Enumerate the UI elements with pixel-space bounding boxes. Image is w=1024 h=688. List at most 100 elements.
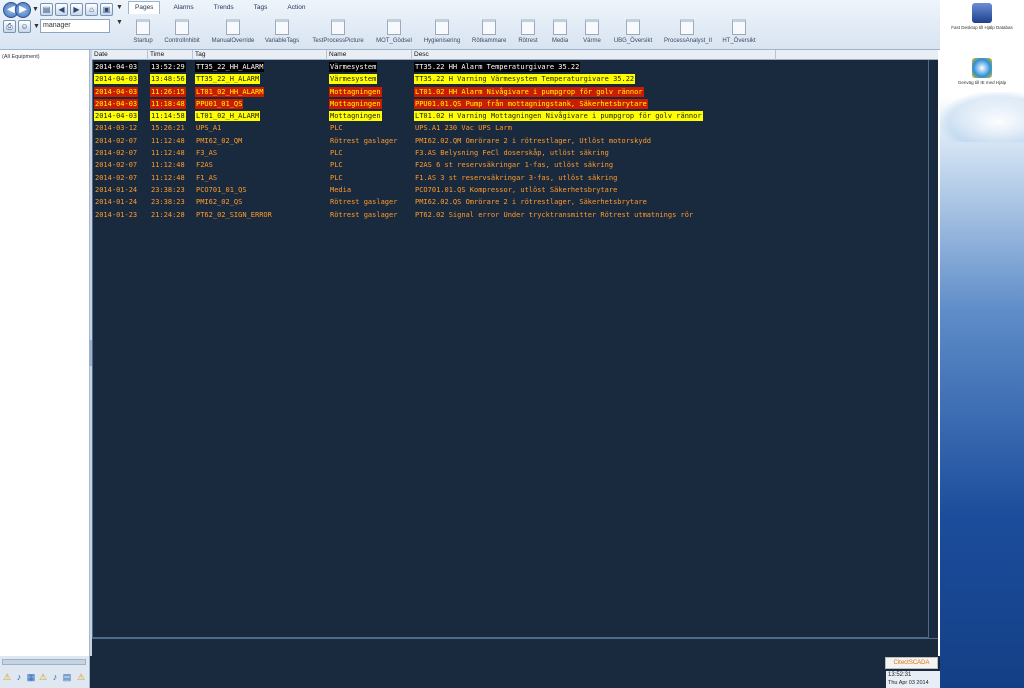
page-button-mot-godsel[interactable]: MOT_Gödsel — [374, 17, 414, 49]
users-icon[interactable]: ☺ — [18, 20, 31, 33]
ie-icon — [972, 58, 992, 78]
users-dropdown-icon[interactable]: ▼ — [33, 23, 40, 30]
cell-tag: TT35_22_H_ALARM — [195, 74, 261, 85]
cell-time: 11:14:58 — [150, 111, 186, 122]
history-dropdown-icon[interactable]: ▼ — [32, 6, 39, 13]
column-header-time[interactable]: Time — [148, 50, 193, 60]
page-button-controlinhibit[interactable]: ControlInhibit — [162, 17, 202, 49]
cell-time: 11:18:48 — [150, 98, 186, 109]
page-button-ht-oversikt[interactable]: HT_Översikt — [722, 17, 756, 49]
alarm-row[interactable]: 2014-04-03 11:18:48 PPU01_01_QS Mottagninge… — [92, 98, 938, 110]
page-button-processanalyst[interactable]: ProcessAnalyst_II — [664, 17, 712, 49]
equipment-tree-root[interactable]: (All Equipment) — [2, 54, 40, 60]
alarm-icon[interactable]: ♪ — [14, 672, 24, 683]
alarm-summary-icon[interactable]: ▦ — [26, 672, 36, 683]
alarm-row[interactable]: 2014-04-03 13:48:56 TT35_22_H_ALARM Värmesy… — [92, 73, 938, 85]
page-button-ubg-oversikt[interactable]: UBG_Översikt — [612, 17, 654, 49]
cell-tag: F3_AS — [196, 149, 218, 158]
tab-pages[interactable]: Pages — [128, 1, 161, 14]
cell-name: Rötrest gaslager — [330, 198, 398, 207]
tab-tags[interactable]: Tags — [247, 1, 275, 14]
alarm-row[interactable]: 2014-04-03 11:14:58 LT01_02_H_ALARM Mottagn… — [92, 110, 938, 122]
desktop-shortcut-ie[interactable]: Genväg till IE med Hjälp — [947, 58, 1017, 86]
cell-desc: F1.AS 3 st reservsäkringar 3-fas, utlöst… — [415, 173, 618, 182]
cell-date: 2014-04-03 — [94, 86, 139, 97]
tab-alarms[interactable]: Alarms — [166, 1, 200, 14]
page-button-media[interactable]: Media — [550, 17, 570, 49]
cell-name: Rötrest gaslager — [330, 136, 398, 145]
cell-date: 2014-04-03 — [94, 62, 139, 72]
alarm-row[interactable]: 2014-02-07 11:12:48 F1_AS PLC F1.AS 3 st res… — [92, 172, 938, 184]
cell-tag: PPU01_01_QS — [195, 98, 244, 109]
page-button-rotkammare[interactable]: Rötkammare — [472, 17, 506, 49]
page-button-variabletags[interactable]: VariableTags — [262, 17, 302, 49]
page-icon — [435, 19, 449, 35]
alarm-row[interactable]: 2014-01-24 23:38:23 PCO701_01_QS Media PCO70… — [92, 184, 938, 196]
computer-icon — [972, 3, 992, 23]
page-button-startup[interactable]: Startup — [128, 17, 158, 49]
user-field[interactable]: manager — [40, 19, 110, 33]
ribbon-options-icon[interactable]: ▼ — [116, 19, 123, 26]
next-page-icon[interactable]: ▶ — [70, 3, 83, 16]
cell-desc: PT62.02 Signal error Under trycktransmit… — [415, 210, 694, 219]
desktop-shortcut-database[interactable]: Fast Desktop till Hjälp Databas — [947, 3, 1017, 31]
desktop: Fast Desktop till Hjälp Databas Genväg t… — [940, 0, 1024, 688]
alarm-row[interactable]: 2014-02-07 11:12:48 F2AS PLC F2AS 6 st reser… — [92, 159, 938, 171]
column-header-name[interactable]: Name — [327, 50, 412, 60]
scada-window: ◀ ▶ ▼ ▤ ◀ ▶ ⌂ ▣ ▼ ⎙ ☺ ▼ manager ▼ Pages … — [0, 0, 940, 688]
forward-icon[interactable]: ▶ — [15, 2, 31, 18]
clock-date: Thu Apr 03 2014 — [888, 680, 929, 686]
cell-name: Mottagningen — [329, 111, 382, 122]
alarm-banner — [92, 656, 882, 688]
alarm-row[interactable]: 2014-02-07 11:12:48 PMI62_02_QM Rötrest gas… — [92, 135, 938, 147]
status-scrollbar[interactable] — [2, 659, 86, 665]
page-button-testprocesspicture[interactable]: TestProcessPicture — [312, 17, 364, 49]
toolbar-options-icon[interactable]: ▼ — [116, 4, 123, 11]
tab-action[interactable]: Action — [280, 1, 312, 14]
alarm-list-header: Date Time Tag Name Desc — [92, 50, 938, 60]
navigation-cluster: ◀ ▶ ▼ ▤ ◀ ▶ ⌂ ▣ ▼ ⎙ ☺ ▼ manager ▼ — [0, 0, 126, 50]
alarm-row[interactable]: 2014-02-07 11:12:48 F3_AS PLC F3.AS Belysnin… — [92, 147, 938, 159]
alarm-row[interactable]: 2014-01-23 21:24:28 PT62_02_SIGN_ERROR Rötr… — [92, 209, 938, 221]
page-icon — [521, 19, 535, 35]
cell-name: Värmesystem — [329, 74, 378, 85]
alarm-rows: 2014-04-03 13:52:29 TT35_22_HH_ALARM Värmes… — [92, 61, 938, 221]
page-button-rotrest[interactable]: Rötrest — [516, 17, 540, 49]
window-icon[interactable]: ▣ — [100, 3, 113, 16]
cell-tag: TT35_22_HH_ALARM — [195, 62, 265, 72]
cell-desc: LT01.02 H Varning Mottagningen Nivågivar… — [414, 111, 703, 122]
page-icon[interactable]: ▤ — [40, 3, 53, 16]
column-header-tag[interactable]: Tag — [193, 50, 327, 60]
acknowledge-icon[interactable]: ⚠ — [76, 672, 86, 683]
alarm-row[interactable]: 2014-04-03 13:52:29 TT35_22_HH_ALARM Värmes… — [92, 61, 938, 73]
alarm-row[interactable]: 2014-01-24 23:38:23 PMI62_02_QS Rötrest gas… — [92, 196, 938, 208]
sound-icon[interactable]: ♪ — [50, 672, 60, 683]
cell-time: 23:38:23 — [151, 185, 185, 194]
column-header-date[interactable]: Date — [92, 50, 148, 60]
column-header-desc[interactable]: Desc — [412, 50, 776, 60]
tab-trends[interactable]: Trends — [207, 1, 241, 14]
page-button-varme[interactable]: Värme — [582, 17, 602, 49]
prev-page-icon[interactable]: ◀ — [55, 3, 68, 16]
alarm-row[interactable]: 2014-04-03 11:26:15 LT01_02_HH_ALARM Mottag… — [92, 86, 938, 98]
warning-icon[interactable]: ⚠ — [2, 672, 12, 683]
home-icon[interactable]: ⌂ — [85, 3, 98, 16]
alarm-row[interactable]: 2014-03-12 15:26:21 UPS_A1 PLC UPS.A1 230 Va… — [92, 122, 938, 134]
cell-name: PLC — [330, 161, 343, 170]
cell-name: Mottagningen — [329, 98, 382, 109]
cell-time: 13:48:56 — [150, 74, 186, 85]
toolbar: ◀ ▶ ▼ ▤ ◀ ▶ ⌂ ▣ ▼ ⎙ ☺ ▼ manager ▼ Pages … — [0, 0, 940, 50]
page-button-manualoverride[interactable]: ManualOverride — [210, 17, 256, 49]
cell-desc: F3.AS Belysning FeCl doserskåp, utlöst s… — [415, 149, 609, 158]
cell-time: 11:26:15 — [150, 86, 186, 97]
hardware-alarm-icon[interactable]: ⚠ — [38, 672, 48, 683]
print-icon[interactable]: ⎙ — [3, 20, 16, 33]
cell-tag: LT01_02_HH_ALARM — [195, 86, 265, 97]
cell-tag: PCO701_01_QS — [196, 185, 247, 194]
page-icon — [732, 19, 746, 35]
cell-tag: F1_AS — [196, 173, 218, 182]
cell-date: 2014-04-03 — [94, 74, 139, 85]
cell-time: 23:38:23 — [151, 198, 185, 207]
page-button-hygienisering[interactable]: Hygienisering — [423, 17, 461, 49]
filter-icon[interactable]: ▤ — [62, 672, 72, 683]
